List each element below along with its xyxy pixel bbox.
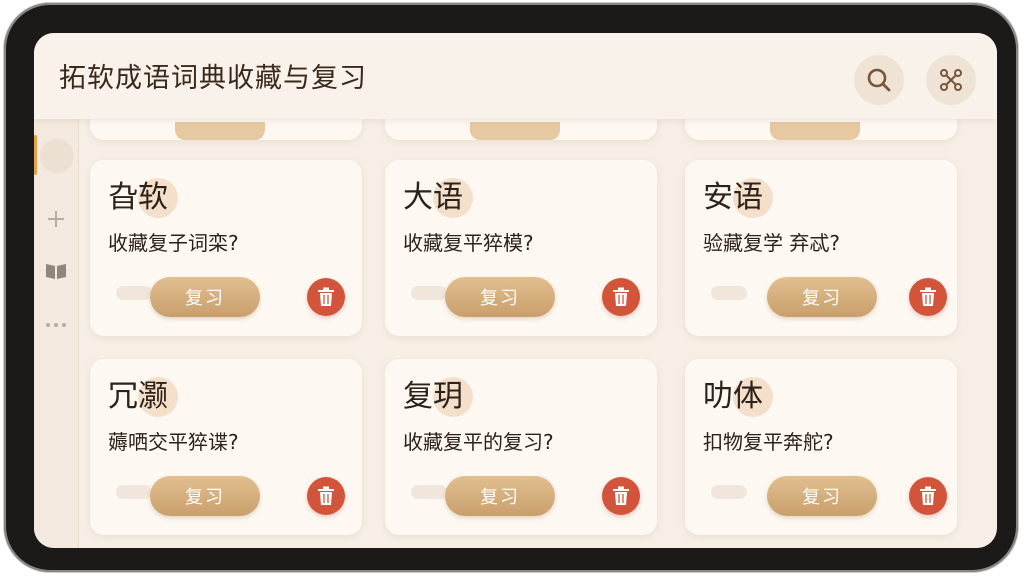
sidebar-item-dictionary[interactable] bbox=[44, 259, 68, 283]
idiom-title: 大语 bbox=[403, 180, 463, 215]
device-frame: 拓软成语词典收藏与复习 旮软 收藏复子词栾? 复习 大语 收藏复平猝模? 复习 … bbox=[4, 3, 1018, 572]
trash-icon bbox=[318, 287, 334, 306]
sidebar-active-indicator bbox=[34, 135, 37, 175]
idiom-title: 安语 bbox=[703, 180, 763, 215]
idiom-title: 冗灏 bbox=[108, 379, 168, 414]
idiom-title: 复玥 bbox=[403, 379, 463, 414]
review-button[interactable]: 复习 bbox=[767, 476, 877, 516]
search-button[interactable] bbox=[854, 55, 904, 105]
share-button[interactable] bbox=[926, 55, 976, 105]
book-icon bbox=[46, 264, 66, 279]
idiom-title: 旮软 bbox=[108, 180, 168, 215]
trash-icon bbox=[920, 287, 936, 306]
sidebar-item-add[interactable] bbox=[44, 207, 68, 231]
placeholder-bar bbox=[411, 286, 447, 300]
review-button[interactable]: 复习 bbox=[150, 476, 260, 516]
review-button[interactable]: 复习 bbox=[767, 277, 877, 317]
top-bar: 拓软成语词典收藏与复习 bbox=[34, 33, 997, 119]
idiom-card[interactable]: 冗灏 薅哂交平猝谍? 复习 bbox=[90, 359, 362, 535]
review-button[interactable]: 复习 bbox=[445, 476, 555, 516]
idiom-question: 扣物复平奔舵? bbox=[703, 430, 834, 454]
placeholder-bar bbox=[116, 286, 152, 300]
plus-icon bbox=[48, 211, 64, 227]
idiom-question: 收藏复平的复习? bbox=[403, 430, 554, 454]
idiom-question: 收藏复平猝模? bbox=[403, 231, 534, 255]
placeholder-bar bbox=[711, 485, 747, 499]
placeholder-bar bbox=[711, 286, 747, 300]
review-button[interactable]: 复习 bbox=[445, 277, 555, 317]
idiom-card[interactable]: 复玥 收藏复平的复习? 复习 bbox=[385, 359, 657, 535]
share-icon bbox=[940, 69, 962, 91]
app-screen: 拓软成语词典收藏与复习 旮软 收藏复子词栾? 复习 大语 收藏复平猝模? 复习 … bbox=[34, 33, 997, 548]
delete-button[interactable] bbox=[602, 278, 640, 316]
delete-button[interactable] bbox=[307, 477, 345, 515]
delete-button[interactable] bbox=[602, 477, 640, 515]
idiom-question: 验藏复学 弃忒? bbox=[703, 231, 840, 255]
trash-icon bbox=[318, 486, 334, 505]
sidebar-item-more[interactable] bbox=[44, 313, 68, 337]
idiom-question: 薅哂交平猝谍? bbox=[108, 430, 239, 454]
delete-button[interactable] bbox=[307, 278, 345, 316]
idiom-title: 叻体 bbox=[703, 379, 763, 414]
trash-icon bbox=[613, 287, 629, 306]
idiom-question: 收藏复子词栾? bbox=[108, 231, 239, 255]
more-icon bbox=[46, 323, 66, 327]
partial-review-button bbox=[470, 122, 560, 140]
partial-review-button bbox=[175, 122, 265, 140]
page-title: 拓软成语词典收藏与复习 bbox=[59, 63, 367, 94]
sidebar bbox=[34, 119, 79, 548]
trash-icon bbox=[613, 486, 629, 505]
idiom-card[interactable]: 安语 验藏复学 弃忒? 复习 bbox=[685, 160, 957, 336]
idiom-card[interactable]: 叻体 扣物复平奔舵? 复习 bbox=[685, 359, 957, 535]
trash-icon bbox=[920, 486, 936, 505]
delete-button[interactable] bbox=[909, 477, 947, 515]
placeholder-bar bbox=[411, 485, 447, 499]
review-button[interactable]: 复习 bbox=[150, 277, 260, 317]
placeholder-bar bbox=[116, 485, 152, 499]
idiom-card[interactable]: 大语 收藏复平猝模? 复习 bbox=[385, 160, 657, 336]
partial-review-button bbox=[770, 122, 860, 140]
search-icon bbox=[867, 68, 891, 92]
delete-button[interactable] bbox=[909, 278, 947, 316]
idiom-card[interactable]: 旮软 收藏复子词栾? 复习 bbox=[90, 160, 362, 336]
avatar[interactable] bbox=[40, 139, 74, 173]
